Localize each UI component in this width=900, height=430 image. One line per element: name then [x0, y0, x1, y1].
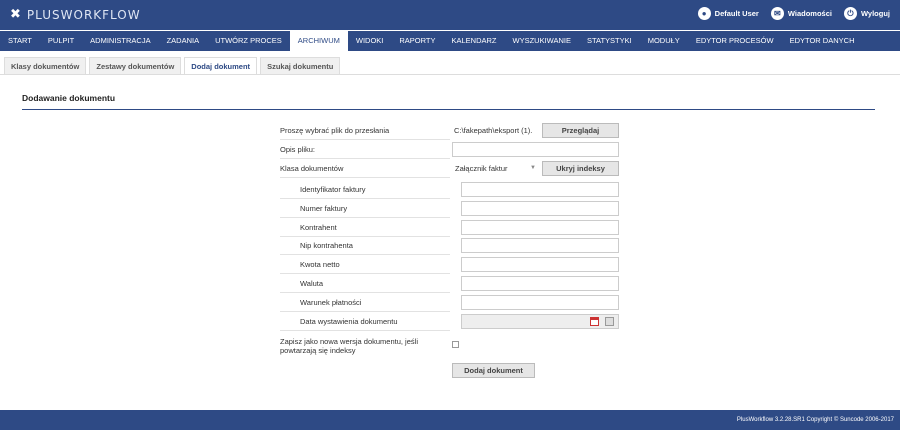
hide-indexes-button[interactable]: Ukryj indeksy [542, 161, 619, 176]
nav-widoki[interactable]: WIDOKI [348, 31, 392, 51]
file-label: Proszę wybrać plik do przesłania [280, 122, 450, 140]
calendar-icon[interactable] [590, 317, 599, 326]
description-row: Opis pliku: [280, 141, 620, 159]
nav-raporty[interactable]: RAPORTY [391, 31, 443, 51]
index-row-nip-kontrahenta: Nip kontrahenta [280, 237, 620, 255]
index-row-waluta: Waluta [280, 275, 620, 293]
index-label: Nip kontrahenta [280, 237, 450, 255]
tab-szukaj-dokumentu[interactable]: Szukaj dokumentu [260, 57, 341, 74]
user-links: ● Default User ✉ Wiadomości ⏻ Wyloguj [697, 7, 890, 20]
power-icon: ⏻ [843, 7, 857, 20]
footer-copyright: PlusWorkflow 3.2.28.SR1 Copyright © Sunc… [0, 410, 900, 430]
nav-utworz-proces[interactable]: UTWÓRZ PROCES [207, 31, 290, 51]
index-input-kwota-netto[interactable] [461, 257, 619, 272]
clear-date-icon[interactable] [605, 317, 614, 326]
add-document-button[interactable]: Dodaj dokument [452, 363, 535, 378]
logo-text: PLUSWORKFLOW [26, 8, 141, 22]
index-row-identyfikator-faktury: Identyfikator faktury [280, 181, 620, 199]
index-input-waluta[interactable] [461, 276, 619, 291]
subtabs-divider [0, 74, 900, 75]
index-input-kontrahent[interactable] [461, 220, 619, 235]
document-class-label: Klasa dokumentów [280, 160, 450, 178]
tab-dodaj-dokument[interactable]: Dodaj dokument [184, 57, 258, 74]
nav-zadania[interactable]: ZADANIA [159, 31, 208, 51]
page-title: Dodawanie dokumentu [22, 93, 116, 103]
nav-kalendarz[interactable]: KALENDARZ [443, 31, 504, 51]
nav-moduly[interactable]: MODUŁY [640, 31, 688, 51]
logo-x-icon: ✖ [10, 7, 21, 22]
description-label: Opis pliku: [280, 141, 450, 159]
file-row: Proszę wybrać plik do przesłania C:\fake… [280, 122, 620, 140]
index-row-data-wystawienia: Data wystawienia dokumentu [280, 313, 620, 331]
sub-tabs: Klasy dokumentów Zestawy dokumentów Doda… [4, 57, 341, 74]
chevron-down-icon: ▼ [530, 165, 536, 171]
nav-archiwum[interactable]: ARCHIWUM [289, 31, 348, 51]
index-label: Identyfikator faktury [280, 181, 450, 199]
index-label: Waluta [280, 275, 450, 293]
index-label: Warunek płatności [280, 294, 450, 312]
index-label: Kontrahent [280, 219, 450, 237]
nav-edytor-procesow[interactable]: EDYTOR PROCESÓW [688, 31, 782, 51]
index-input-nip-kontrahenta[interactable] [461, 238, 619, 253]
index-row-warunek-platnosci: Warunek płatności [280, 294, 620, 312]
index-input-warunek-platnosci[interactable] [461, 295, 619, 310]
tab-zestawy-dokumentow[interactable]: Zestawy dokumentów [89, 57, 182, 74]
description-input[interactable] [452, 142, 619, 157]
index-row-kontrahent: Kontrahent [280, 219, 620, 237]
main-nav: START PULPIT ADMINISTRACJA ZADANIA UTWÓR… [0, 31, 900, 51]
index-label: Numer faktury [280, 200, 450, 218]
index-row-kwota-netto: Kwota netto [280, 256, 620, 274]
nav-start[interactable]: START [0, 31, 40, 51]
nav-administracja[interactable]: ADMINISTRACJA [82, 31, 158, 51]
logout-link-label: Wyloguj [860, 9, 890, 18]
nav-statystyki[interactable]: STATYSTYKI [579, 31, 640, 51]
mail-icon: ✉ [770, 7, 784, 20]
index-label: Data wystawienia dokumentu [280, 313, 450, 331]
nav-edytor-danych[interactable]: EDYTOR DANYCH [782, 31, 863, 51]
document-class-select[interactable]: Załącznik faktur [452, 161, 538, 176]
new-version-label: Zapisz jako nowa wersja dokumentu, jeśli… [280, 337, 418, 355]
index-label: Kwota netto [280, 256, 450, 274]
messages-link-label: Wiadomości [787, 9, 832, 18]
index-row-numer-faktury: Numer faktury [280, 200, 620, 218]
index-input-numer-faktury[interactable] [461, 201, 619, 216]
document-class-row: Klasa dokumentów Załącznik faktur ▼ Ukry… [280, 160, 620, 178]
messages-link[interactable]: ✉ Wiadomości [770, 7, 832, 20]
user-icon: ● [697, 7, 711, 20]
nav-wyszukiwanie[interactable]: WYSZUKIWANIE [505, 31, 579, 51]
app-logo[interactable]: ✖ PLUSWORKFLOW [10, 7, 141, 23]
user-link-label: Default User [714, 9, 759, 18]
top-header: ✖ PLUSWORKFLOW ● Default User ✉ Wiadomoś… [0, 0, 900, 30]
index-input-identyfikator-faktury[interactable] [461, 182, 619, 197]
nav-pulpit[interactable]: PULPIT [40, 31, 82, 51]
file-path-value: C:\fakepath\eksport (1). [454, 126, 533, 135]
browse-button[interactable]: Przeglądaj [542, 123, 619, 138]
user-link[interactable]: ● Default User [697, 7, 759, 20]
section-divider [22, 109, 875, 110]
tab-klasy-dokumentow[interactable]: Klasy dokumentów [4, 57, 87, 74]
logout-link[interactable]: ⏻ Wyloguj [843, 7, 890, 20]
new-version-checkbox[interactable] [452, 341, 459, 348]
